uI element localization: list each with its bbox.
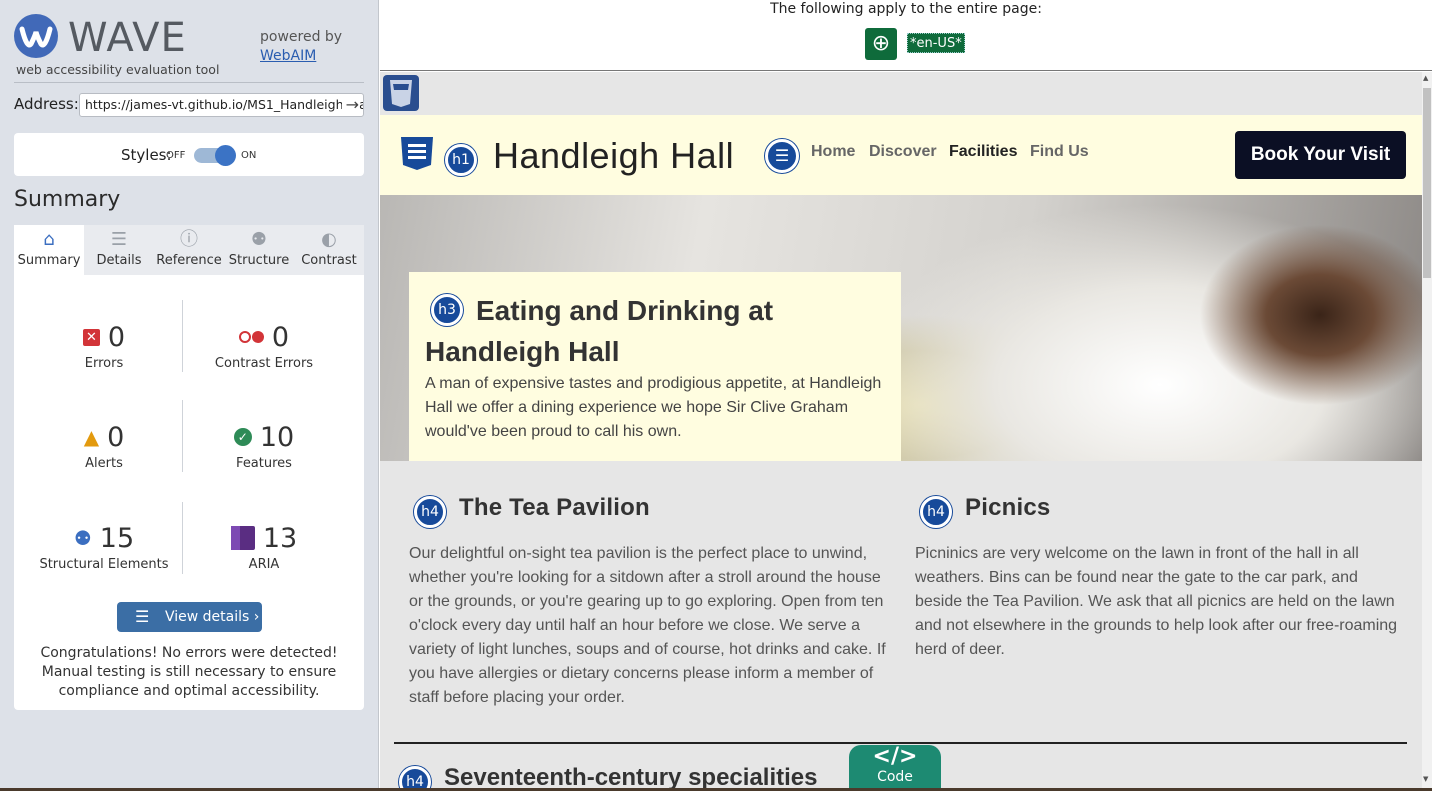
wave-sidebar: WAVE web accessibility evaluation tool p… xyxy=(0,0,379,791)
styles-label: Styles: xyxy=(121,146,172,164)
code-label: Code xyxy=(877,769,913,785)
section-text: Our delightful on-sight tea pavilion is … xyxy=(409,545,886,706)
tab-label: Structure xyxy=(228,253,290,268)
panel-tabs: ⌂ Summary ☰ Details ⓘ Reference ⚉ Struct… xyxy=(14,225,364,275)
contrast-error-icon xyxy=(238,331,264,343)
site-header: h1 Handleigh Hall ☰ Home Discover Facili… xyxy=(380,115,1422,195)
scroll-up-icon[interactable]: ▲ xyxy=(1423,74,1428,82)
home-icon: ⌂ xyxy=(43,229,55,250)
powered-by-text: powered by xyxy=(260,29,343,45)
feature-check-icon: ✓ xyxy=(233,428,252,446)
structure-icon: ⚉ xyxy=(73,526,92,550)
hero-text: A man of expensive tastes and prodigious… xyxy=(425,375,882,440)
divider xyxy=(14,82,364,83)
contrast-icon: ◐ xyxy=(321,229,337,250)
page-scrollbar[interactable]: ▲ ▼ xyxy=(1422,72,1432,788)
structural-count: 15 xyxy=(99,522,135,554)
scroll-thumb[interactable] xyxy=(1423,88,1431,278)
structural-label: Structural Elements xyxy=(39,557,169,572)
styles-toggle[interactable] xyxy=(194,145,236,166)
tab-label: Reference xyxy=(156,253,222,268)
wave-tagline: web accessibility evaluation tool xyxy=(16,62,220,77)
structure-icon: ⚉ xyxy=(250,229,268,250)
stat-aria[interactable]: 13 ARIA xyxy=(184,521,344,572)
summary-heading: Summary xyxy=(14,187,121,212)
address-input[interactable]: https://james-vt.github.io/MS1_Handleigh… xyxy=(79,93,364,117)
nav-facilities[interactable]: Facilities xyxy=(949,143,1017,161)
contrast-errors-count: 0 xyxy=(271,321,290,353)
tab-contrast[interactable]: ◐ Contrast xyxy=(294,225,364,275)
webaim-link[interactable]: WebAIM xyxy=(260,47,342,66)
tab-label: Details xyxy=(96,253,142,268)
stat-structural[interactable]: ⚉ 15 Structural Elements xyxy=(24,521,184,573)
nav-find-us[interactable]: Find Us xyxy=(1030,143,1089,161)
stat-contrast-errors[interactable]: 0 Contrast Errors xyxy=(184,320,344,372)
wave-logo-icon xyxy=(14,14,58,58)
stat-errors[interactable]: ✕ 0 Errors xyxy=(24,320,184,371)
view-details-label: View details › xyxy=(165,609,260,625)
contrast-errors-label: Contrast Errors xyxy=(214,356,314,371)
stat-features[interactable]: ✓ 10 Features xyxy=(184,420,344,471)
code-toggle-button[interactable]: </> Code xyxy=(849,745,941,791)
tab-summary[interactable]: ⌂ Summary xyxy=(14,225,84,275)
errors-count: 0 xyxy=(107,321,126,353)
styles-toggle-card: Styles: OFF ON xyxy=(14,133,364,176)
apply-text: The following apply to the entire page: xyxy=(770,1,1042,17)
features-label: Features xyxy=(236,456,292,471)
alert-icon: ▲ xyxy=(83,425,100,449)
summary-card: ✕ 0 Errors 0 Contrast Errors ▲ 0 Alerts ✓ 1… xyxy=(14,275,364,710)
list-badge-icon[interactable]: ☰ xyxy=(765,139,799,173)
aria-cube-icon xyxy=(230,526,255,550)
site-brand[interactable]: Handleigh Hall xyxy=(493,135,734,177)
tab-reference[interactable]: ⓘ Reference xyxy=(154,225,224,275)
language-badge[interactable]: *en-US* xyxy=(907,33,965,53)
tab-structure[interactable]: ⚉ Structure xyxy=(224,225,294,275)
page-level-bar: The following apply to the entire page: … xyxy=(380,0,1432,71)
error-icon: ✕ xyxy=(82,328,100,346)
tab-details[interactable]: ☰ Details xyxy=(84,225,154,275)
hero-image: h3 Eating and Drinking at Handleigh Hall… xyxy=(380,195,1422,461)
aria-label: ARIA xyxy=(248,557,280,572)
heading-h1-badge[interactable]: h1 xyxy=(445,144,477,176)
powered-by: powered by WebAIM xyxy=(260,28,342,66)
congrats-message: Congratulations! No errors were detected… xyxy=(40,645,338,699)
styles-on-label: ON xyxy=(241,150,257,161)
errors-label: Errors xyxy=(84,356,124,371)
section-title: Picnics xyxy=(965,494,1051,521)
code-icon: </> xyxy=(872,744,918,769)
features-count: 10 xyxy=(259,421,295,453)
html5-structure-icon[interactable] xyxy=(382,74,420,112)
view-details-button[interactable]: ☰ View details › xyxy=(117,602,262,632)
hero-card: h3 Eating and Drinking at Handleigh Hall… xyxy=(409,272,901,461)
stat-alerts[interactable]: ▲ 0 Alerts xyxy=(24,420,184,472)
heading-h4-badge[interactable]: h4 xyxy=(399,766,431,788)
book-visit-button[interactable]: Book Your Visit xyxy=(1235,131,1406,179)
header-landmark-icon[interactable] xyxy=(399,135,435,171)
wave-logo-text: WAVE xyxy=(68,15,187,61)
alerts-count: 0 xyxy=(107,421,125,453)
list-icon: ☰ xyxy=(110,229,128,250)
alerts-label: Alerts xyxy=(85,456,123,471)
heading-h4-badge[interactable]: h4 xyxy=(414,496,446,528)
address-value: https://james-vt.github.io/MS1_Handleigh… xyxy=(85,97,364,112)
styles-off-label: OFF xyxy=(166,150,186,161)
info-icon: ⓘ xyxy=(180,229,198,250)
tab-label: Contrast xyxy=(301,253,357,268)
heading-h4-badge[interactable]: h4 xyxy=(920,496,952,528)
address-label: Address: xyxy=(14,95,79,113)
language-globe-icon[interactable]: ⊕ xyxy=(865,28,897,60)
go-arrow-icon[interactable]: → xyxy=(341,94,359,116)
section-title: The Tea Pavilion xyxy=(459,494,650,521)
section-text: Picninics are very welcome on the lawn i… xyxy=(915,545,1398,658)
nav-discover[interactable]: Discover xyxy=(869,143,937,161)
hero-title: Eating and Drinking at Handleigh Hall xyxy=(425,295,774,367)
tab-label: Summary xyxy=(17,253,81,268)
section-title: Seventeenth-century specialities xyxy=(444,764,818,788)
toggle-knob xyxy=(215,145,236,166)
scroll-down-icon[interactable]: ▼ xyxy=(1423,775,1428,783)
aria-count: 13 xyxy=(262,522,298,554)
list-icon: ☰ xyxy=(135,607,150,626)
nav-home[interactable]: Home xyxy=(811,143,855,161)
page-preview: h1 Handleigh Hall ☰ Home Discover Facili… xyxy=(380,72,1422,788)
